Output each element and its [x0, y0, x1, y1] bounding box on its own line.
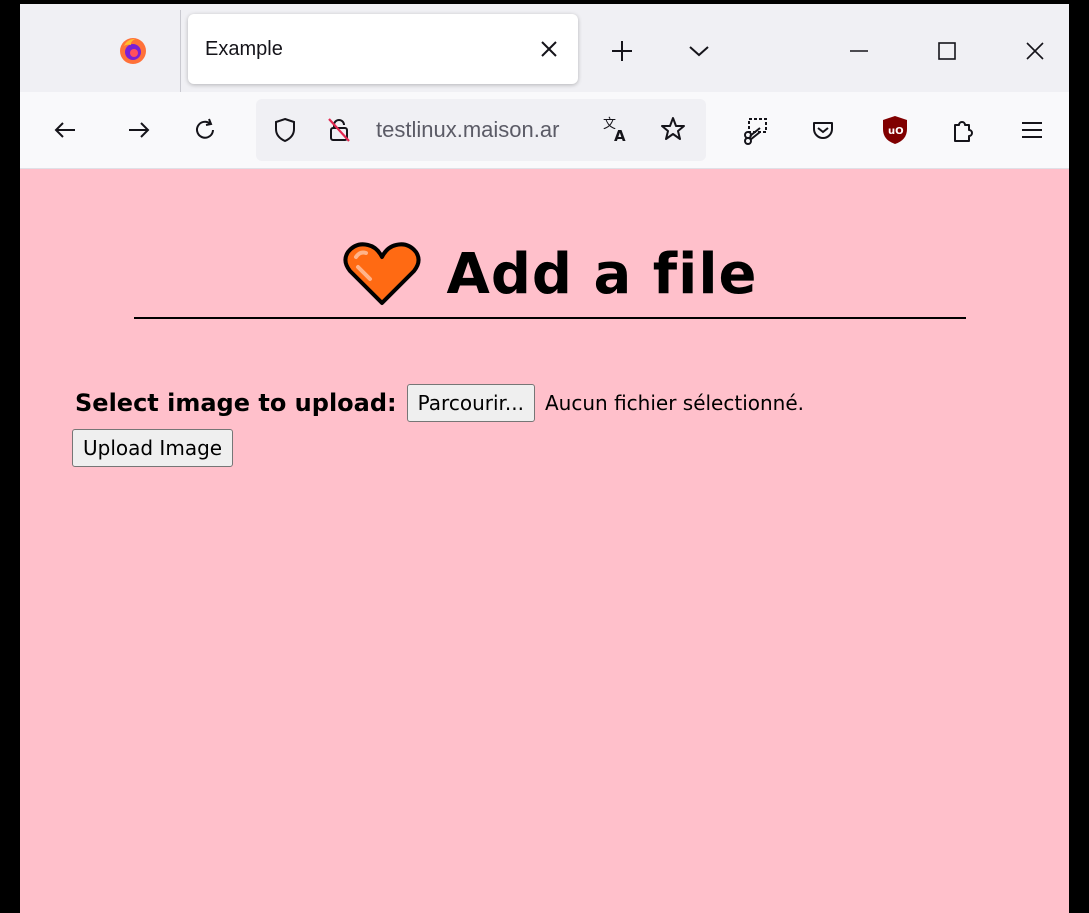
close-icon[interactable]	[538, 38, 560, 60]
page-heading: Add a file	[134, 241, 966, 319]
upload-form: Select image to upload: Parcourir... Auc…	[75, 384, 804, 422]
star-icon[interactable]	[658, 114, 688, 144]
browser-window: Example testlinux.maison.ar 文 A uO Add a…	[20, 4, 1069, 913]
hamburger-menu-icon[interactable]	[1017, 115, 1047, 145]
maximize-icon[interactable]	[930, 34, 964, 68]
url-text[interactable]: testlinux.maison.ar	[376, 117, 594, 143]
upload-image-button[interactable]: Upload Image	[72, 429, 234, 467]
heart-icon	[342, 241, 422, 307]
ublock-icon[interactable]: uO	[880, 114, 910, 146]
browse-button[interactable]: Parcourir...	[406, 384, 535, 422]
tab-separator	[180, 10, 181, 92]
extensions-icon[interactable]	[948, 115, 978, 145]
svg-text:A: A	[614, 127, 626, 144]
url-bar[interactable]: testlinux.maison.ar 文A	[256, 99, 706, 161]
reload-icon[interactable]	[190, 115, 220, 145]
upload-label: Select image to upload:	[75, 389, 397, 417]
shield-icon[interactable]	[270, 115, 300, 145]
translate-icon[interactable]: 文A	[602, 114, 632, 144]
pocket-icon[interactable]	[808, 115, 838, 145]
page-content: Add a file Select image to upload: Parco…	[20, 169, 1069, 913]
minimize-icon[interactable]	[842, 34, 876, 68]
tab-title: Example	[205, 38, 283, 60]
forward-arrow-icon[interactable]	[124, 115, 154, 145]
svg-text:uO: uO	[888, 126, 904, 137]
screenshot-icon[interactable]	[740, 115, 770, 145]
navigation-toolbar: testlinux.maison.ar 文A uO	[20, 92, 1069, 169]
page-title: Add a file	[446, 241, 758, 307]
insecure-lock-icon[interactable]	[324, 115, 354, 145]
plus-icon[interactable]	[605, 34, 639, 68]
chevron-down-icon[interactable]	[682, 34, 716, 68]
back-arrow-icon[interactable]	[50, 115, 80, 145]
file-status-text: Aucun fichier sélectionné.	[545, 391, 805, 415]
tab-example[interactable]: Example	[188, 14, 578, 84]
firefox-logo-icon[interactable]	[118, 36, 148, 66]
tab-strip: Example	[20, 4, 1069, 92]
close-window-icon[interactable]	[1018, 34, 1052, 68]
